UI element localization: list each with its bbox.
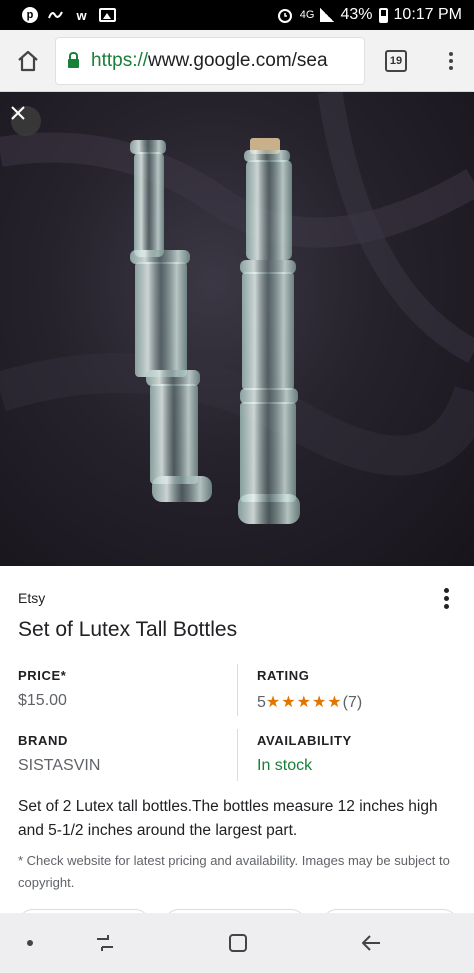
brand-label: BRAND	[18, 733, 68, 748]
availability-value: In stock	[257, 757, 313, 774]
product-title[interactable]: Set of Lutex Tall Bottles	[18, 618, 237, 642]
close-icon	[11, 106, 25, 120]
url-scheme: https://	[91, 49, 149, 71]
attr-divider	[237, 664, 238, 716]
home-square-icon	[229, 934, 247, 952]
bottles-illustration	[0, 92, 474, 524]
pinterest-icon: p	[22, 7, 38, 23]
more-vert-icon	[443, 587, 449, 609]
attr-divider	[237, 729, 238, 781]
notification-icons: p w	[22, 7, 116, 24]
rating-label: RATING	[257, 668, 310, 683]
image-icon	[99, 8, 116, 22]
nav-dot-button[interactable]	[18, 913, 42, 973]
product-description: Set of 2 Lutex tall bottles.The bottles …	[18, 798, 438, 839]
availability-block: AVAILABILITY In stock	[257, 733, 352, 775]
back-arrow-icon	[362, 935, 380, 951]
clock: 10:17 PM	[393, 6, 462, 23]
product-image	[0, 92, 474, 566]
brand-block: BRAND SISTASVIN	[18, 733, 100, 775]
more-vert-icon	[449, 51, 453, 70]
recent-apps-icon	[97, 935, 113, 951]
rating-score: 5	[257, 694, 266, 711]
battery-icon	[378, 7, 388, 23]
system-nav-bar	[0, 913, 474, 973]
url-bar[interactable]: https:// www.google.com/sea	[56, 37, 364, 84]
brand-value: SISTASVIN	[18, 757, 101, 774]
signal-icon	[320, 8, 335, 22]
price-value: $15.00	[18, 692, 67, 709]
product-card: Etsy Set of Lutex Tall Bottles PRICE* $1…	[0, 566, 474, 939]
url-host: www.google.com/sea	[148, 49, 328, 71]
price-block: PRICE* $15.00	[18, 668, 67, 710]
recent-apps-button[interactable]	[88, 913, 122, 973]
home-nav-button[interactable]	[221, 913, 255, 973]
home-icon	[18, 50, 38, 71]
w-app-icon: w	[76, 7, 87, 23]
rating-block: RATING 5★★★★★(7)	[257, 668, 362, 712]
battery-percent: 43%	[340, 6, 373, 23]
price-label: PRICE*	[18, 668, 67, 683]
card-more-button[interactable]	[436, 584, 456, 612]
star-rating-icon: ★★★★★	[265, 694, 343, 711]
close-image-button[interactable]	[11, 106, 41, 136]
alarm-icon	[277, 7, 294, 24]
tab-count: 19	[385, 49, 407, 72]
home-button[interactable]	[0, 30, 56, 92]
link-icon	[47, 7, 64, 24]
rating-count: (7)	[342, 694, 363, 711]
status-bar: p w 4G 43% 10:17 PM	[0, 0, 474, 30]
tab-switcher-button[interactable]: 19	[364, 30, 428, 92]
rating-value: 5★★★★★(7)	[257, 692, 362, 712]
browser-toolbar: https:// www.google.com/sea 19	[0, 30, 474, 92]
browser-menu-button[interactable]	[428, 30, 474, 92]
disclaimer: * Check website for latest pricing and a…	[18, 853, 450, 890]
back-nav-button[interactable]	[354, 913, 388, 973]
dot-icon	[27, 940, 33, 946]
network-type: 4G	[299, 9, 315, 21]
availability-label: AVAILABILITY	[257, 733, 352, 748]
merchant-name[interactable]: Etsy	[18, 590, 45, 606]
lock-icon	[68, 51, 79, 68]
